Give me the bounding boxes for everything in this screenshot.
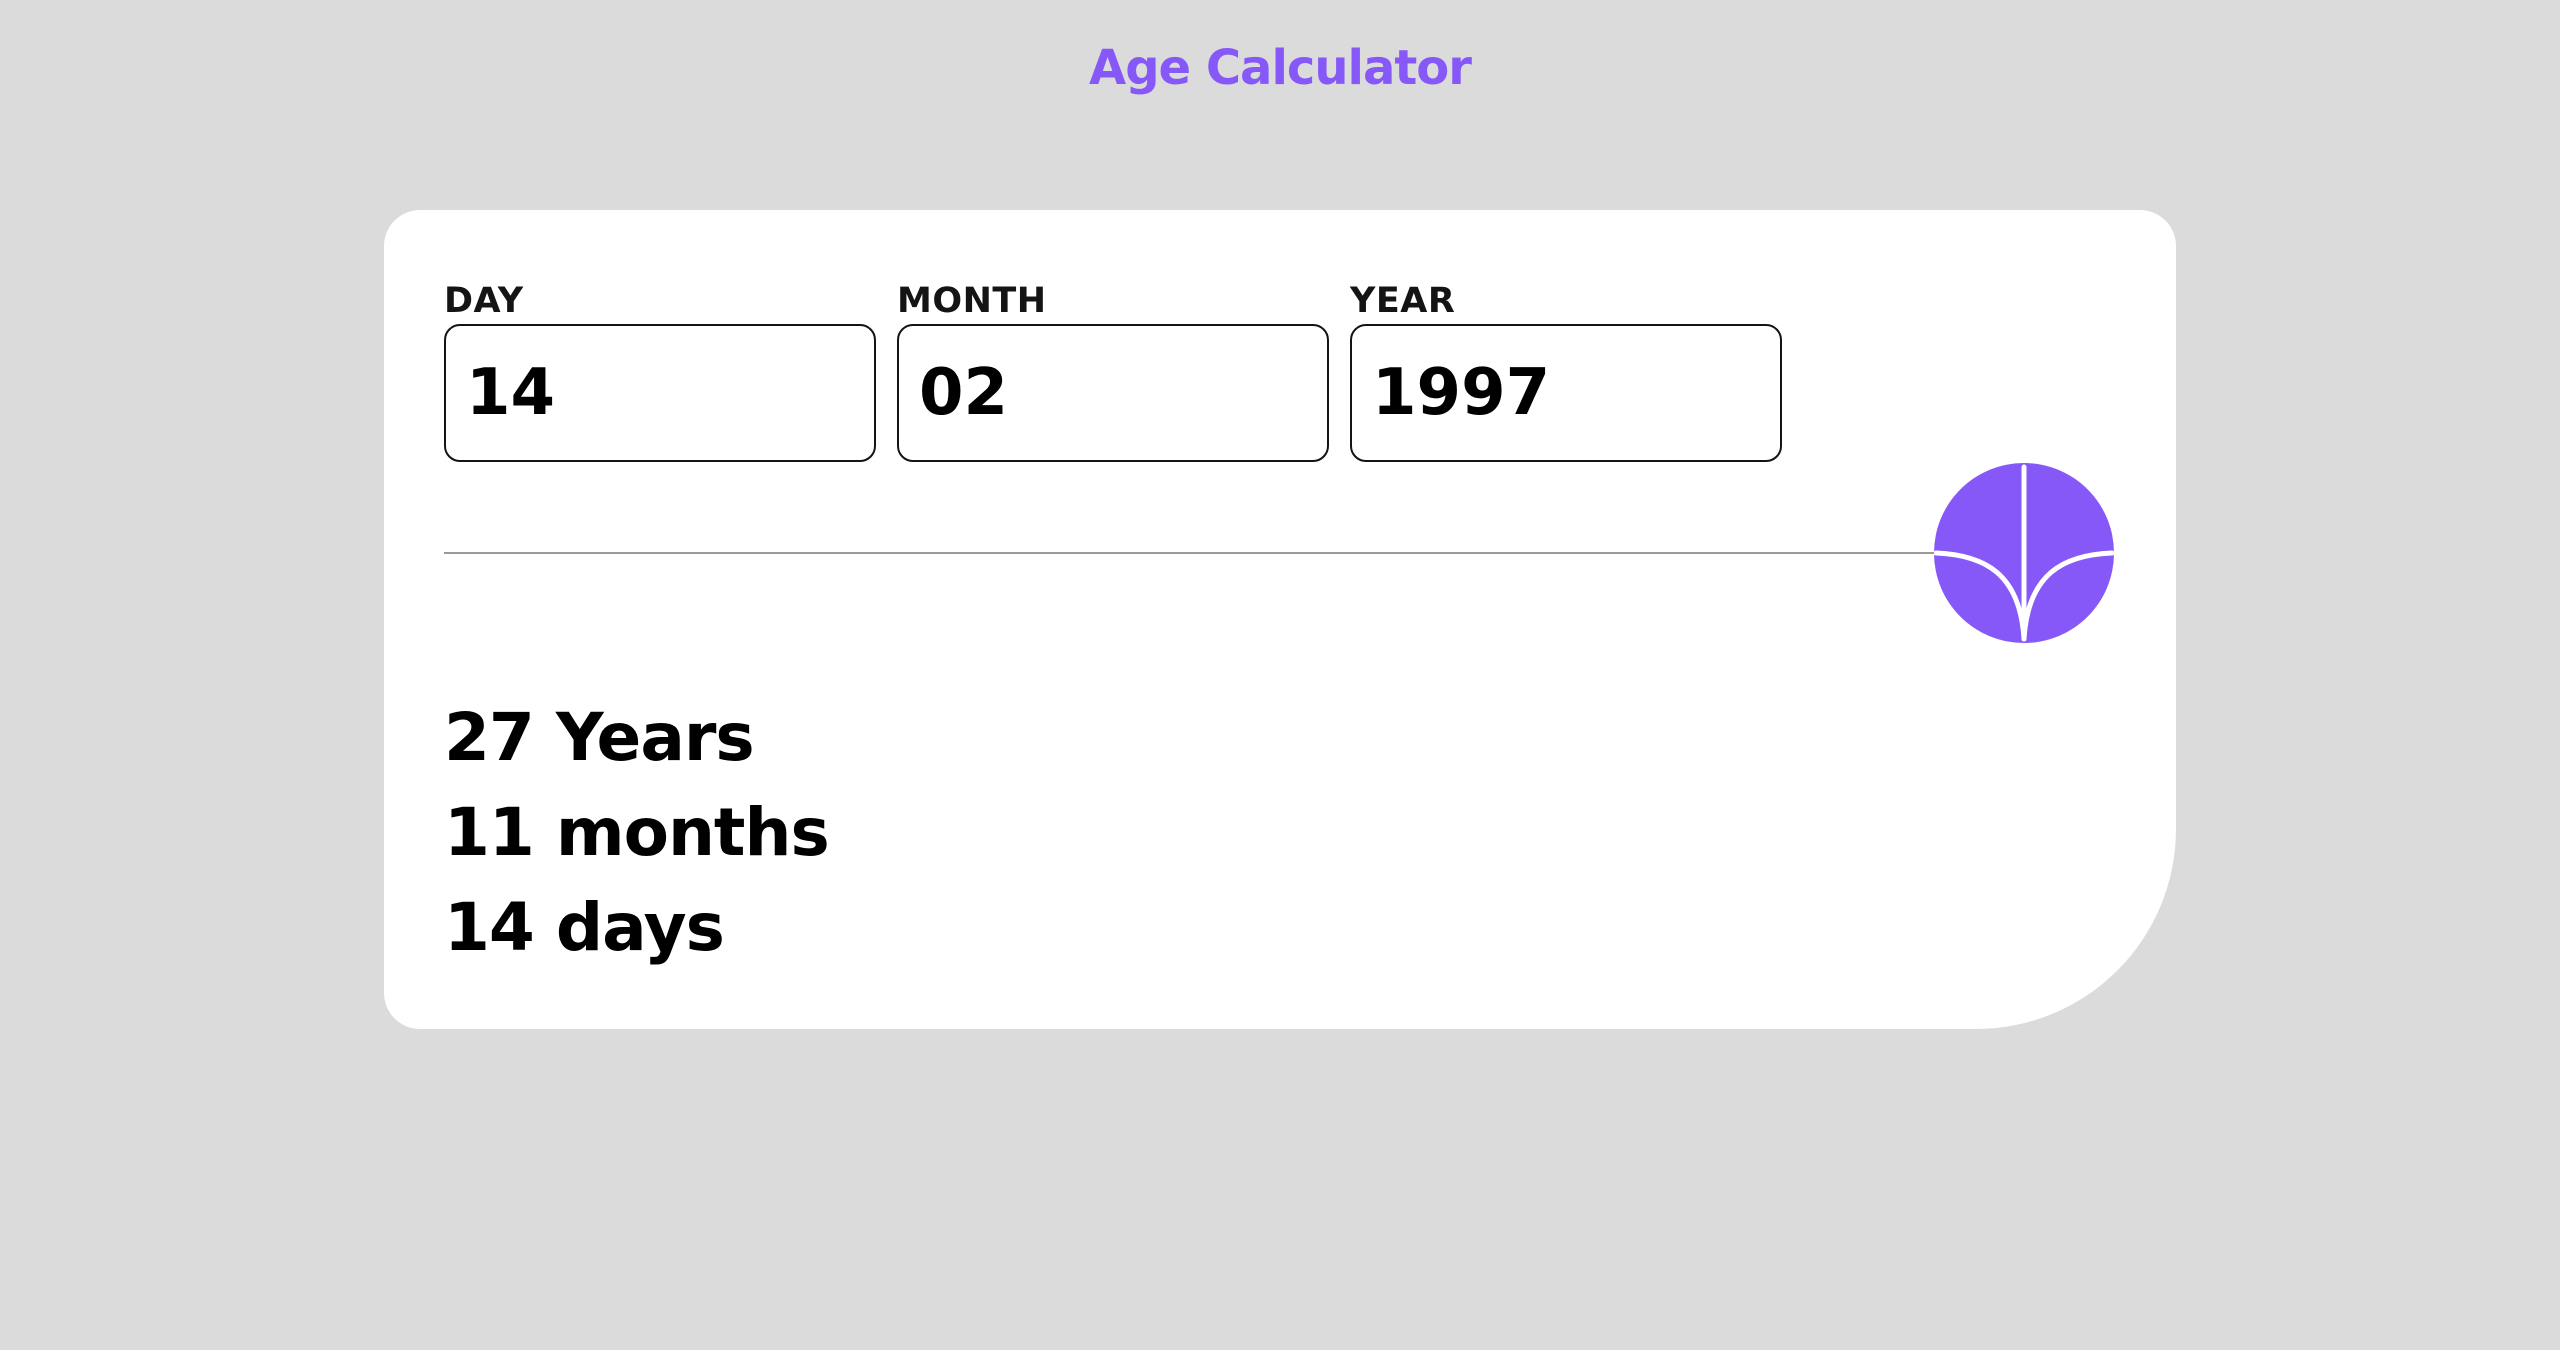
year-input[interactable] [1350, 324, 1782, 462]
page-title: Age Calculator [1089, 40, 1472, 96]
month-label: MONTH [897, 281, 1047, 321]
divider [444, 552, 2024, 554]
month-input[interactable] [897, 324, 1329, 462]
day-label: DAY [444, 281, 524, 321]
results: 27 Years 11 months 14 days [444, 690, 830, 975]
result-years: 27 Years [444, 699, 755, 776]
result-days: 14 days [444, 889, 725, 966]
year-field: YEAR [1350, 278, 1782, 462]
arrow-down-icon [1934, 464, 2114, 642]
result-months: 11 months [444, 794, 830, 871]
day-input[interactable] [444, 324, 876, 462]
day-field: DAY [444, 278, 876, 462]
month-field: MONTH [897, 278, 1329, 462]
year-label: YEAR [1350, 281, 1456, 321]
calculate-button[interactable] [1934, 463, 2114, 643]
calculator-card: DAY MONTH YEAR 27 Years 11 months 14 day… [384, 210, 2176, 1029]
